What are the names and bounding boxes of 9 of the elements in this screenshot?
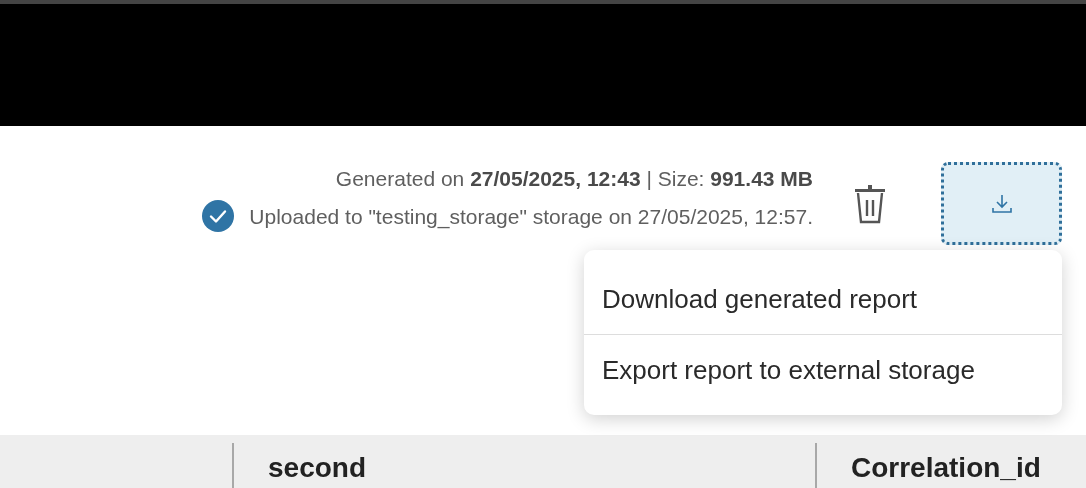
download-button[interactable]	[941, 162, 1062, 245]
column-header: Correlation_id	[815, 443, 1086, 488]
menu-item[interactable]: Export report to external storage	[584, 335, 1062, 405]
report-info-text: Generated on 27/05/2025, 12:43 | Size: 991.43 MB	[334, 166, 813, 192]
column-header: second	[232, 443, 815, 488]
upload-status-text: Uploaded to "testing_storage" storage on 27/05/2025, 12:57.	[249, 203, 813, 230]
delete-icon[interactable]	[853, 184, 887, 224]
menu-item[interactable]: Download generated report	[584, 264, 1062, 334]
download-icon	[990, 192, 1013, 215]
